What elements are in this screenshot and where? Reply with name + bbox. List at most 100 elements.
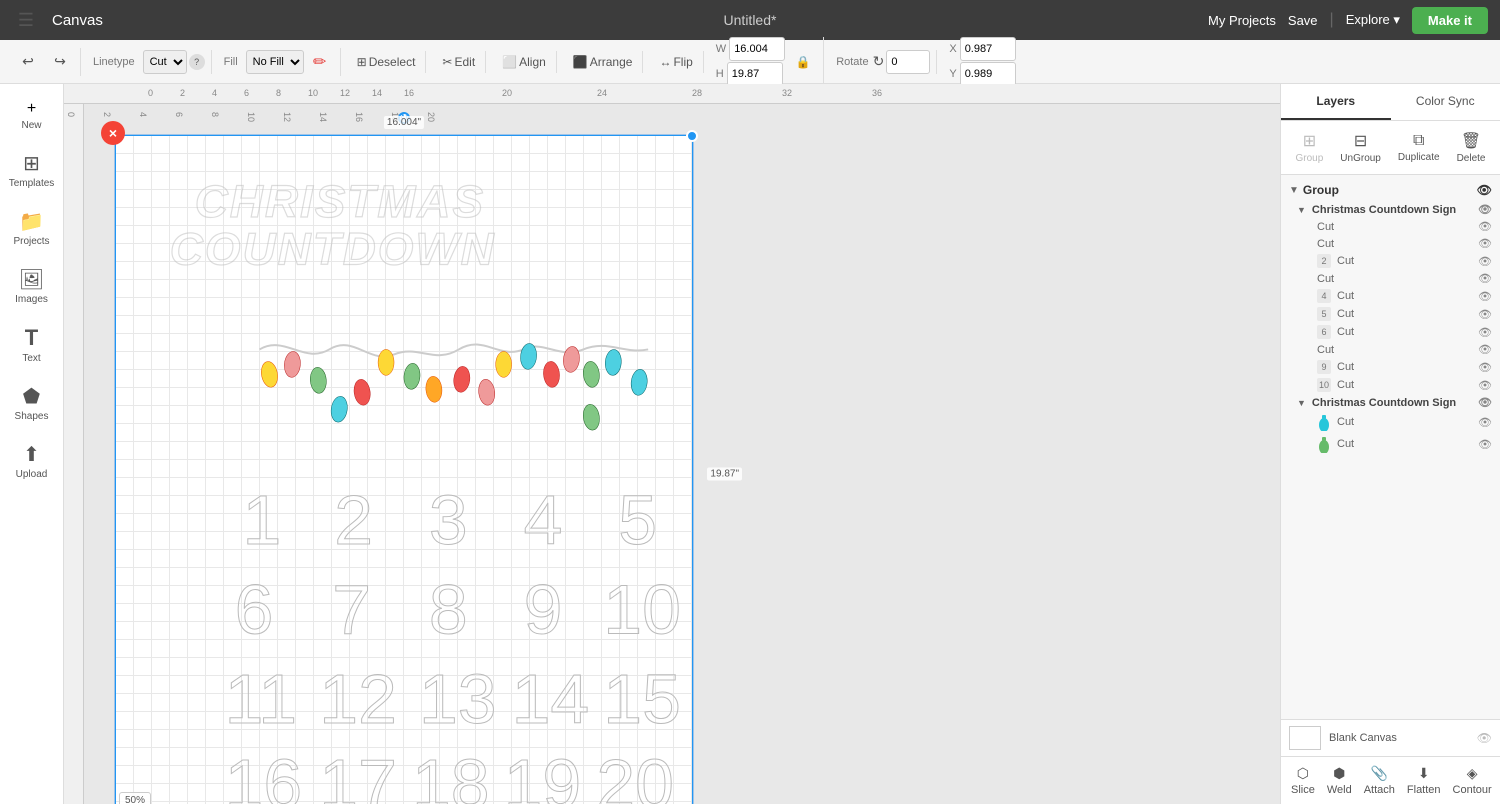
svg-text:20: 20	[596, 745, 674, 804]
position-x-input[interactable]	[960, 37, 1016, 61]
eye-icon-10[interactable]: 👁	[1478, 379, 1492, 392]
layer-item-cut-4[interactable]: Cut 👁	[1281, 270, 1500, 287]
layer-item-cut-5[interactable]: 4 Cut 👁	[1281, 287, 1500, 305]
eye-icon-5[interactable]: 👁	[1478, 290, 1492, 303]
deselect-close-button[interactable]: ×	[101, 121, 125, 145]
svg-text:3: 3	[429, 481, 468, 559]
svg-text:5: 5	[618, 481, 657, 559]
sidebar-item-templates[interactable]: ⊞ Templates	[4, 143, 60, 197]
sidebar-projects-label: Projects	[13, 236, 49, 247]
my-projects-button[interactable]: My Projects	[1208, 13, 1276, 28]
layer-item-cut-7[interactable]: 6 Cut 👁	[1281, 323, 1500, 341]
sidebar-item-images[interactable]: 🖼 Images	[4, 259, 60, 313]
svg-text:CHRISTMAS: CHRISTMAS	[195, 176, 485, 227]
ruler-mark: 20	[502, 88, 512, 98]
rotate-label: Rotate	[836, 56, 868, 68]
layer-item-cut-9[interactable]: 9 Cut 👁	[1281, 358, 1500, 376]
weld-button[interactable]: ⬢ Weld	[1321, 761, 1358, 800]
fill-color-button[interactable]: ✏	[306, 48, 334, 76]
layer-item-green-cut[interactable]: Cut 👁	[1281, 433, 1500, 455]
linetype-group: Linetype Cut ?	[87, 50, 212, 74]
edit-button[interactable]: ✂ Edit	[438, 51, 479, 73]
linetype-help[interactable]: ?	[189, 54, 205, 70]
rotate-handle[interactable]: ↻	[398, 112, 410, 124]
eye-icon-2[interactable]: 👁	[1478, 237, 1492, 250]
size-w-input[interactable]	[729, 37, 785, 61]
rotate-input[interactable]	[886, 50, 930, 74]
sidebar-item-shapes[interactable]: ⬟ Shapes	[4, 376, 60, 430]
eye-icon-3[interactable]: 👁	[1478, 255, 1492, 268]
duplicate-action[interactable]: ⧉ Duplicate	[1390, 128, 1448, 167]
sidebar-item-projects[interactable]: 📁 Projects	[4, 201, 60, 255]
subgroup2-header[interactable]: ▼ Christmas Countdown Sign 👁	[1281, 394, 1500, 411]
sidebar-item-text[interactable]: T Text	[4, 317, 60, 372]
flatten-button[interactable]: ⬇ Flatten	[1401, 761, 1447, 800]
green-bulb-icon	[1317, 435, 1331, 453]
position-y-input[interactable]	[960, 62, 1016, 86]
layer-item-cut-3[interactable]: 2 Cut 👁	[1281, 252, 1500, 270]
ungroup-action[interactable]: ⊟ UnGroup	[1332, 127, 1389, 168]
layer-item-teal-cut[interactable]: Cut 👁	[1281, 411, 1500, 433]
toolbar: ↩ ↪ Linetype Cut ? Fill No Fill ✏ ⊞ Dese…	[0, 40, 1500, 84]
sidebar-upload-label: Upload	[16, 469, 48, 480]
layer-item-cut-1[interactable]: Cut 👁	[1281, 218, 1500, 235]
group-eye-icon[interactable]: 👁	[1477, 183, 1492, 197]
tab-layers[interactable]: Layers	[1281, 84, 1391, 120]
cut-label: Cut	[1317, 344, 1472, 356]
flip-button[interactable]: ↔ Flip	[655, 51, 696, 73]
explore-button[interactable]: Explore ▾	[1346, 12, 1400, 28]
delete-action[interactable]: 🗑 Delete	[1449, 127, 1494, 168]
slice-button[interactable]: ⬡ Slice	[1285, 761, 1321, 800]
sidebar-new-label: New	[21, 120, 41, 131]
make-it-button[interactable]: Make it	[1412, 7, 1488, 34]
teal-eye-icon[interactable]: 👁	[1478, 416, 1492, 429]
attach-button[interactable]: 📎 Attach	[1358, 761, 1401, 800]
subgroup2-label: Christmas Countdown Sign	[1312, 397, 1472, 409]
weld-icon: ⬢	[1333, 765, 1345, 782]
sidebar-item-upload[interactable]: ⬆ Upload	[4, 434, 60, 488]
eye-icon-8[interactable]: 👁	[1478, 343, 1492, 356]
subgroup1-eye-icon[interactable]: 👁	[1478, 203, 1492, 216]
lock-aspect-button[interactable]: 🔒	[789, 48, 817, 76]
fill-select[interactable]: No Fill	[246, 50, 304, 74]
subgroup2-eye-icon[interactable]: 👁	[1478, 396, 1492, 409]
zoom-badge: 50%	[119, 792, 151, 804]
canvas-preview	[1289, 726, 1321, 750]
design-canvas[interactable]: ↻ 16.004" 19.87" × CHRISTMAS CO	[114, 134, 694, 804]
canvas-area[interactable]: 0 2 4 6 8 10 12 14 16 20 24 28 32 36 0 2…	[64, 84, 1280, 804]
arrange-button[interactable]: ⬛ Arrange	[569, 51, 637, 73]
delete-label: Delete	[1457, 153, 1486, 164]
save-button[interactable]: Save	[1288, 13, 1318, 28]
layer-item-cut-2[interactable]: Cut 👁	[1281, 235, 1500, 252]
redo-button[interactable]: ↪	[46, 48, 74, 76]
menu-icon[interactable]: ☰	[12, 6, 40, 34]
layer-item-cut-10[interactable]: 10 Cut 👁	[1281, 376, 1500, 394]
contour-button[interactable]: ◈ Contour	[1447, 761, 1498, 800]
deselect-button[interactable]: ⊞ Deselect	[353, 51, 420, 73]
size-group: W H 🔒	[710, 37, 824, 86]
ruler-mark: 32	[782, 88, 792, 98]
eye-icon-6[interactable]: 👁	[1478, 308, 1492, 321]
sidebar-item-new[interactable]: + New	[4, 92, 60, 139]
align-button[interactable]: ⬜ Align	[498, 51, 550, 73]
eye-icon-7[interactable]: 👁	[1478, 326, 1492, 339]
fill-group: Fill No Fill ✏	[218, 48, 341, 76]
tab-color-sync[interactable]: Color Sync	[1391, 84, 1500, 120]
layer-group-header[interactable]: ▼ Group 👁	[1281, 179, 1500, 201]
linetype-select[interactable]: Cut	[143, 50, 187, 74]
undo-button[interactable]: ↩	[14, 48, 42, 76]
layer-item-cut-8[interactable]: Cut 👁	[1281, 341, 1500, 358]
eye-icon-9[interactable]: 👁	[1478, 361, 1492, 374]
subgroup1-header[interactable]: ▼ Christmas Countdown Sign 👁	[1281, 201, 1500, 218]
blank-canvas-eye-icon[interactable]: 👁	[1477, 731, 1492, 745]
green-eye-icon[interactable]: 👁	[1478, 438, 1492, 451]
group-action[interactable]: ⊞ Group	[1288, 127, 1332, 168]
eye-icon-4[interactable]: 👁	[1478, 272, 1492, 285]
layer-item-cut-6[interactable]: 5 Cut 👁	[1281, 305, 1500, 323]
app-title: Canvas	[52, 12, 103, 29]
ruler-mark: 28	[692, 88, 702, 98]
size-h-input[interactable]	[727, 62, 783, 86]
contour-label: Contour	[1453, 784, 1492, 796]
eye-icon-1[interactable]: 👁	[1478, 220, 1492, 233]
right-panel: Layers Color Sync ⊞ Group ⊟ UnGroup ⧉ Du…	[1280, 84, 1500, 804]
